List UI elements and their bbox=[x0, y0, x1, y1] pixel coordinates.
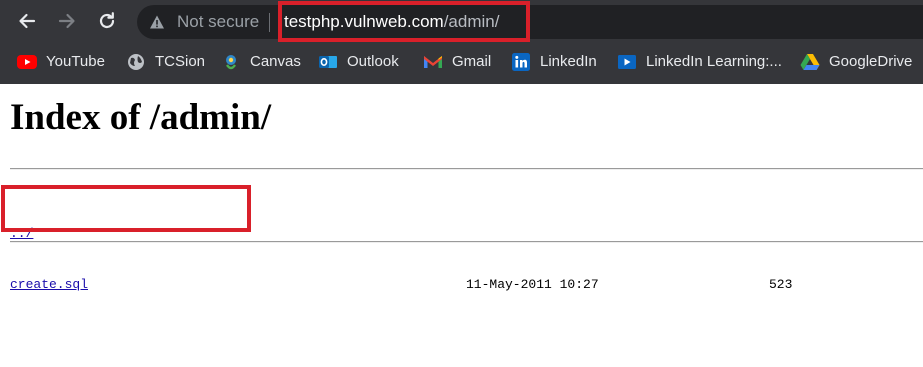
canvas-icon bbox=[221, 52, 241, 72]
bookmark-googledrive[interactable]: GoogleDrive bbox=[800, 43, 912, 80]
bookmark-gmail[interactable]: Gmail bbox=[423, 43, 491, 80]
warning-icon[interactable] bbox=[149, 14, 165, 30]
globe-icon bbox=[126, 52, 146, 72]
page-title: Index of /admin/ bbox=[10, 97, 272, 138]
bookmark-label: LinkedIn Learning:... bbox=[646, 53, 782, 70]
file-size: 523 bbox=[769, 277, 793, 292]
bookmark-label: YouTube bbox=[46, 53, 105, 70]
bookmark-canvas[interactable]: Canvas bbox=[221, 43, 301, 80]
back-button[interactable] bbox=[13, 7, 41, 35]
arrow-left-icon bbox=[19, 13, 36, 29]
google-drive-icon bbox=[800, 52, 820, 72]
bottom-divider bbox=[10, 241, 923, 243]
arrow-right-icon bbox=[58, 13, 75, 29]
bookmark-label: Gmail bbox=[452, 53, 492, 70]
list-item: ../ bbox=[10, 225, 910, 242]
youtube-icon bbox=[17, 52, 37, 72]
browser-toolbar: Not secure testphp.vulnweb.com/admin/ bbox=[0, 0, 923, 43]
bookmarks-bar: YouTube TCSion Canvas Outlook Gmail Link… bbox=[0, 43, 923, 84]
gmail-icon bbox=[423, 52, 443, 72]
file-link-create-sql[interactable]: create.sql bbox=[10, 276, 88, 293]
omnibox-divider bbox=[269, 13, 270, 32]
file-listing: ../ create.sql 11-May-2011 10:27 523 bbox=[10, 191, 910, 310]
url-host: testphp.vulnweb.com bbox=[284, 12, 444, 31]
bookmark-label: TCSion bbox=[155, 53, 206, 70]
parent-directory-link[interactable]: ../ bbox=[10, 225, 33, 242]
bookmark-label: LinkedIn bbox=[540, 53, 597, 70]
bookmark-label: Canvas bbox=[250, 53, 301, 70]
file-modified-date: 11-May-2011 10:27 bbox=[466, 277, 599, 292]
bookmark-tcsion[interactable]: TCSion bbox=[126, 43, 205, 80]
bookmark-youtube[interactable]: YouTube bbox=[17, 43, 105, 80]
bookmark-linkedin[interactable]: LinkedIn bbox=[511, 43, 597, 80]
reload-button[interactable] bbox=[93, 7, 121, 35]
linkedin-icon bbox=[511, 52, 531, 72]
security-status[interactable]: Not secure bbox=[177, 12, 259, 32]
top-divider bbox=[10, 168, 923, 170]
url-path: /admin/ bbox=[443, 12, 500, 31]
bookmark-outlook[interactable]: Outlook bbox=[318, 43, 399, 80]
bookmark-label: GoogleDrive bbox=[829, 53, 913, 70]
bookmark-linkedin-learning[interactable]: LinkedIn Learning:... bbox=[617, 43, 782, 80]
linkedin-learning-icon bbox=[617, 52, 637, 72]
address-bar[interactable]: Not secure testphp.vulnweb.com/admin/ bbox=[137, 5, 923, 39]
bookmark-label: Outlook bbox=[347, 53, 399, 70]
forward-button[interactable] bbox=[53, 7, 81, 35]
list-item: create.sql 11-May-2011 10:27 523 bbox=[10, 276, 910, 293]
outlook-icon bbox=[318, 52, 338, 72]
url-text[interactable]: testphp.vulnweb.com/admin/ bbox=[284, 12, 499, 32]
reload-icon bbox=[99, 12, 115, 29]
